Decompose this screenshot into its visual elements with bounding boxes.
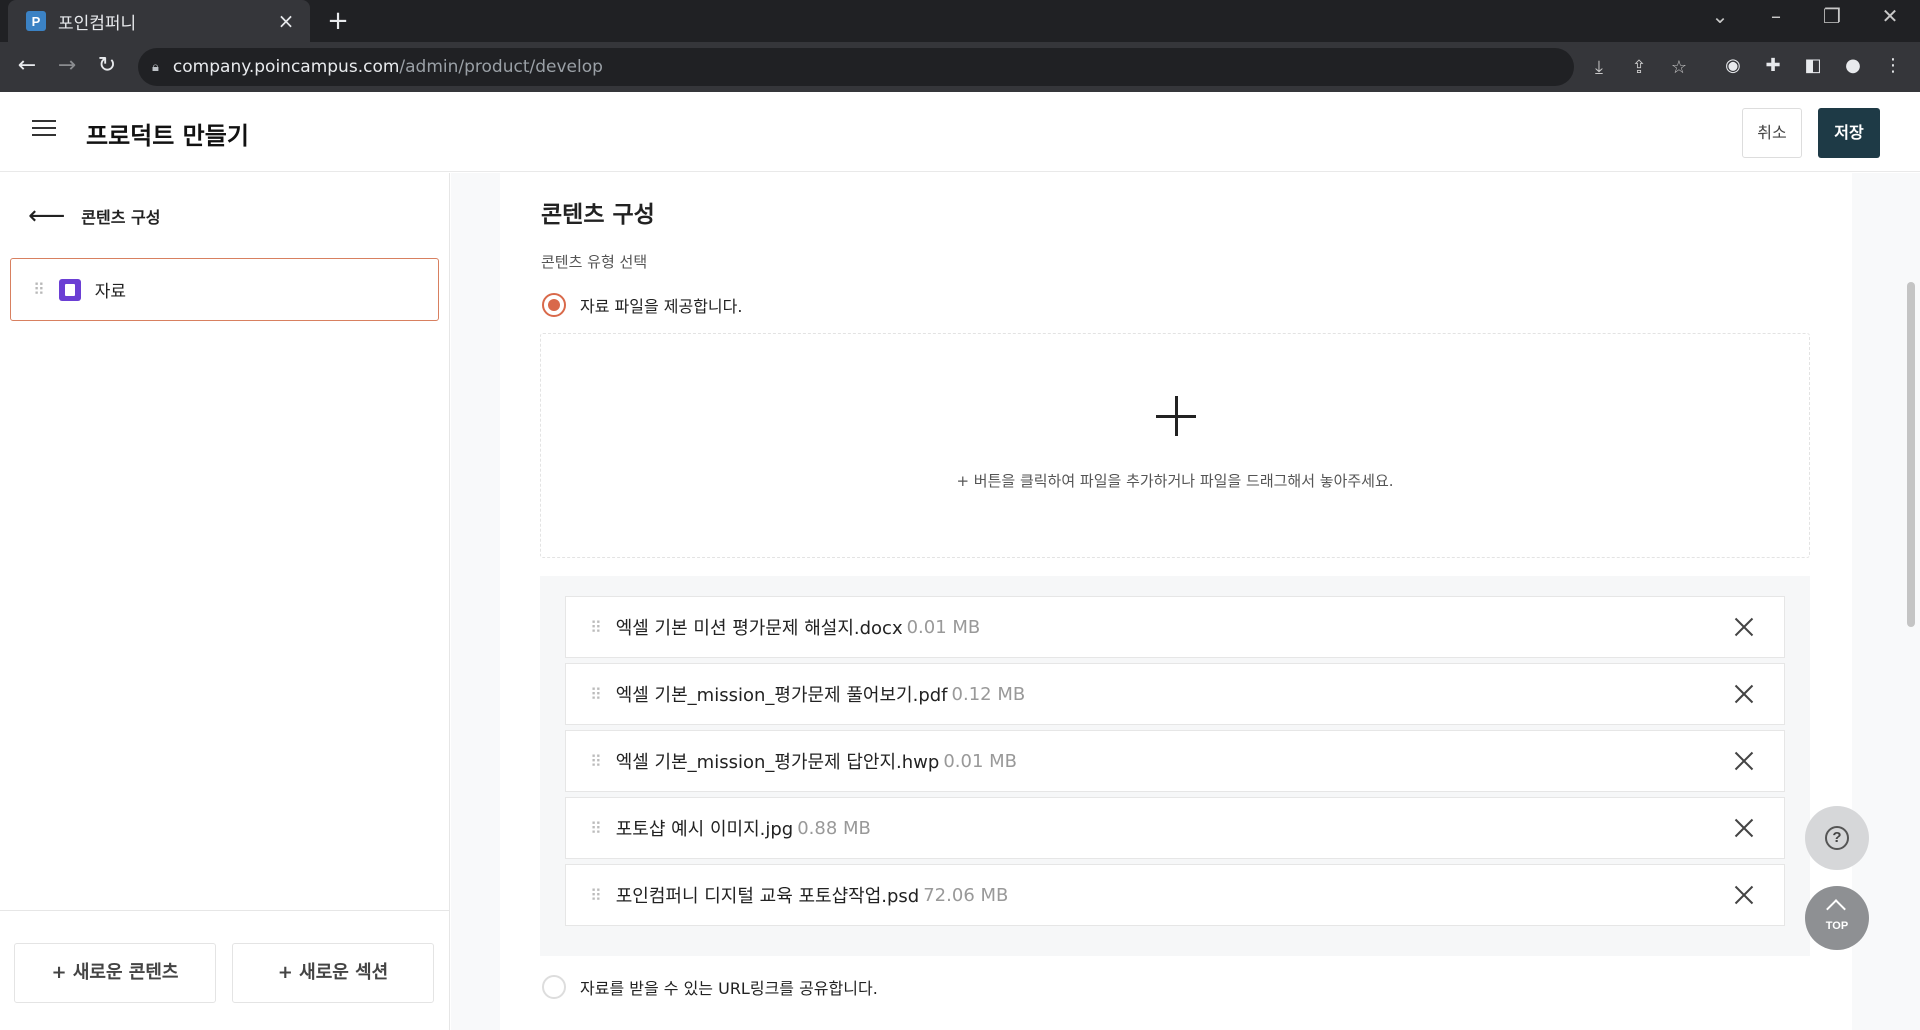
drag-handle-icon[interactable]: ⠿ — [590, 886, 602, 905]
forward-icon[interactable]: → — [52, 52, 82, 82]
drag-handle-icon[interactable]: ⠿ — [590, 752, 602, 771]
sidebar-actions: + 새로운 콘텐츠 + 새로운 섹션 — [0, 910, 449, 1030]
url-host: company.poincampus.com — [172, 57, 400, 77]
new-content-button[interactable]: + 새로운 콘텐츠 — [14, 943, 216, 1003]
file-row: ⠿ 엑셀 기본_mission_평가문제 답안지.hwp 0.01 MB — [565, 730, 1785, 792]
sidebar-item-material[interactable]: ⠿ 자료 — [10, 258, 439, 321]
arrow-left-icon: ⟵ — [28, 201, 66, 231]
file-name: 엑셀 기본_mission_평가문제 풀어보기.pdf — [615, 685, 948, 706]
file-option-radio[interactable] — [542, 293, 566, 317]
url-path: /admin/product/develop — [399, 57, 603, 77]
file-size: 0.88 MB — [797, 817, 871, 839]
option-url-radio-row[interactable]: 자료를 받을 수 있는 URL링크를 공유합니다. — [542, 975, 878, 999]
back-icon[interactable]: ← — [12, 52, 42, 82]
address-bar[interactable]: 🔒︎ company.poincampus.com/admin/product/… — [138, 48, 1687, 86]
file-size: 72.06 MB — [923, 884, 1009, 906]
back-label: 콘텐츠 구성 — [81, 208, 161, 227]
profile-avatar-icon[interactable]: ● — [1840, 55, 1866, 76]
lock-icon: 🔒︎ — [152, 59, 159, 75]
drag-handle-icon[interactable]: ⠿ — [33, 280, 45, 299]
file-dropzone[interactable]: + 버튼을 클릭하여 파일을 추가하거나 파일을 드래그해서 놓아주세요. — [540, 333, 1810, 558]
page-scrollbar[interactable] — [1907, 282, 1915, 627]
file-size: 0.01 MB — [906, 616, 981, 638]
browser-tab[interactable]: P 포인컴퍼니 × — [8, 0, 310, 42]
drag-handle-icon[interactable]: ⠿ — [590, 618, 602, 637]
url-option-label: 자료를 받을 수 있는 URL링크를 공유합니다. — [580, 979, 878, 998]
remove-file-close-icon[interactable] — [1730, 814, 1758, 842]
section-title: 콘텐츠 구성 — [541, 202, 655, 228]
tab-title: 포인컴퍼니 — [58, 13, 137, 34]
file-name: 엑셀 기본 미션 평가문제 해설지.docx — [615, 618, 903, 639]
file-list: ⠿ 엑셀 기본 미션 평가문제 해설지.docx 0.01 MB ⠿ 엑셀 기본… — [540, 576, 1810, 956]
side-panel-icon[interactable]: ◧ — [1800, 55, 1826, 76]
bookmark-star-icon[interactable]: ☆ — [1668, 57, 1690, 78]
file-row: ⠿ 엑셀 기본_mission_평가문제 풀어보기.pdf 0.12 MB — [565, 663, 1785, 725]
url-option-radio[interactable] — [542, 975, 566, 999]
new-section-button[interactable]: + 새로운 섹션 — [232, 943, 434, 1003]
content-editor-card: 콘텐츠 구성 콘텐츠 유형 선택 자료 파일을 제공합니다. + 버튼을 클릭하… — [500, 173, 1852, 1030]
window-close-icon[interactable]: ✕ — [1870, 4, 1910, 28]
chevron-up-icon — [1826, 899, 1846, 919]
file-size: 0.01 MB — [943, 750, 1017, 772]
file-row: ⠿ 엑셀 기본 미션 평가문제 해설지.docx 0.01 MB — [565, 596, 1785, 658]
drag-handle-icon[interactable]: ⠿ — [590, 685, 602, 704]
file-option-label: 자료 파일을 제공합니다. — [580, 297, 743, 316]
tab-search-chevron-icon[interactable]: ⌄ — [1700, 4, 1740, 28]
reload-icon[interactable]: ↻ — [92, 52, 122, 82]
share-icon[interactable]: ⇪ — [1628, 57, 1650, 78]
camera-extension-icon[interactable]: ◉ — [1720, 55, 1746, 76]
new-tab-icon[interactable]: + — [322, 6, 354, 38]
file-row: ⠿ 포토샵 예시 이미지.jpg 0.88 MB — [565, 797, 1785, 859]
add-file-plus-icon[interactable] — [1156, 396, 1196, 436]
tab-close-icon[interactable]: × — [274, 9, 298, 33]
back-to-content-structure[interactable]: ⟵ 콘텐츠 구성 — [28, 203, 160, 229]
cancel-button[interactable]: 취소 — [1742, 108, 1802, 158]
file-name: 포인컴퍼니 디지털 교육 포토샵작업.psd — [615, 886, 920, 907]
help-button[interactable]: ? — [1805, 806, 1869, 870]
scroll-top-button[interactable]: TOP — [1805, 886, 1869, 950]
browser-toolbar: ← → ↻ 🔒︎ company.poincampus.com/admin/pr… — [0, 42, 1920, 92]
site-favicon-icon: P — [26, 11, 46, 31]
remove-file-close-icon[interactable] — [1730, 680, 1758, 708]
content-sidebar: ⟵ 콘텐츠 구성 ⠿ 자료 + 새로운 콘텐츠 + 새로운 섹션 — [0, 173, 450, 1030]
file-row: ⠿ 포인컴퍼니 디지털 교육 포토샵작업.psd 72.06 MB — [565, 864, 1785, 926]
minimize-icon[interactable]: – — [1756, 4, 1796, 28]
remove-file-close-icon[interactable] — [1730, 613, 1758, 641]
sidebar-item-label: 자료 — [94, 282, 126, 302]
top-label: TOP — [1825, 920, 1849, 932]
page-title: 프로덕트 만들기 — [86, 122, 249, 150]
drag-handle-icon[interactable]: ⠿ — [590, 819, 602, 838]
install-app-icon[interactable]: ⤓ — [1588, 57, 1610, 78]
dropzone-hint: + 버튼을 클릭하여 파일을 추가하거나 파일을 드래그해서 놓아주세요. — [956, 472, 1394, 490]
hamburger-menu-icon[interactable] — [32, 120, 56, 140]
file-size: 0.12 MB — [951, 683, 1026, 705]
remove-file-close-icon[interactable] — [1730, 881, 1758, 909]
document-icon — [58, 278, 81, 301]
restore-icon[interactable]: ❐ — [1812, 4, 1852, 28]
save-button[interactable]: 저장 — [1818, 108, 1880, 158]
app-header: 프로덕트 만들기 취소 저장 — [0, 92, 1920, 172]
browser-tab-bar: P 포인컴퍼니 × + ⌄ – ❐ ✕ — [0, 0, 1920, 42]
content-type-label: 콘텐츠 유형 선택 — [541, 253, 648, 271]
file-name: 포토샵 예시 이미지.jpg — [615, 819, 794, 840]
question-icon: ? — [1825, 826, 1849, 850]
option-file-radio-row[interactable]: 자료 파일을 제공합니다. — [542, 293, 742, 317]
browser-menu-icon[interactable]: ⋮ — [1880, 55, 1906, 76]
remove-file-close-icon[interactable] — [1730, 747, 1758, 775]
extensions-puzzle-icon[interactable]: ✚ — [1760, 55, 1786, 76]
file-name: 엑셀 기본_mission_평가문제 답안지.hwp — [615, 752, 940, 773]
